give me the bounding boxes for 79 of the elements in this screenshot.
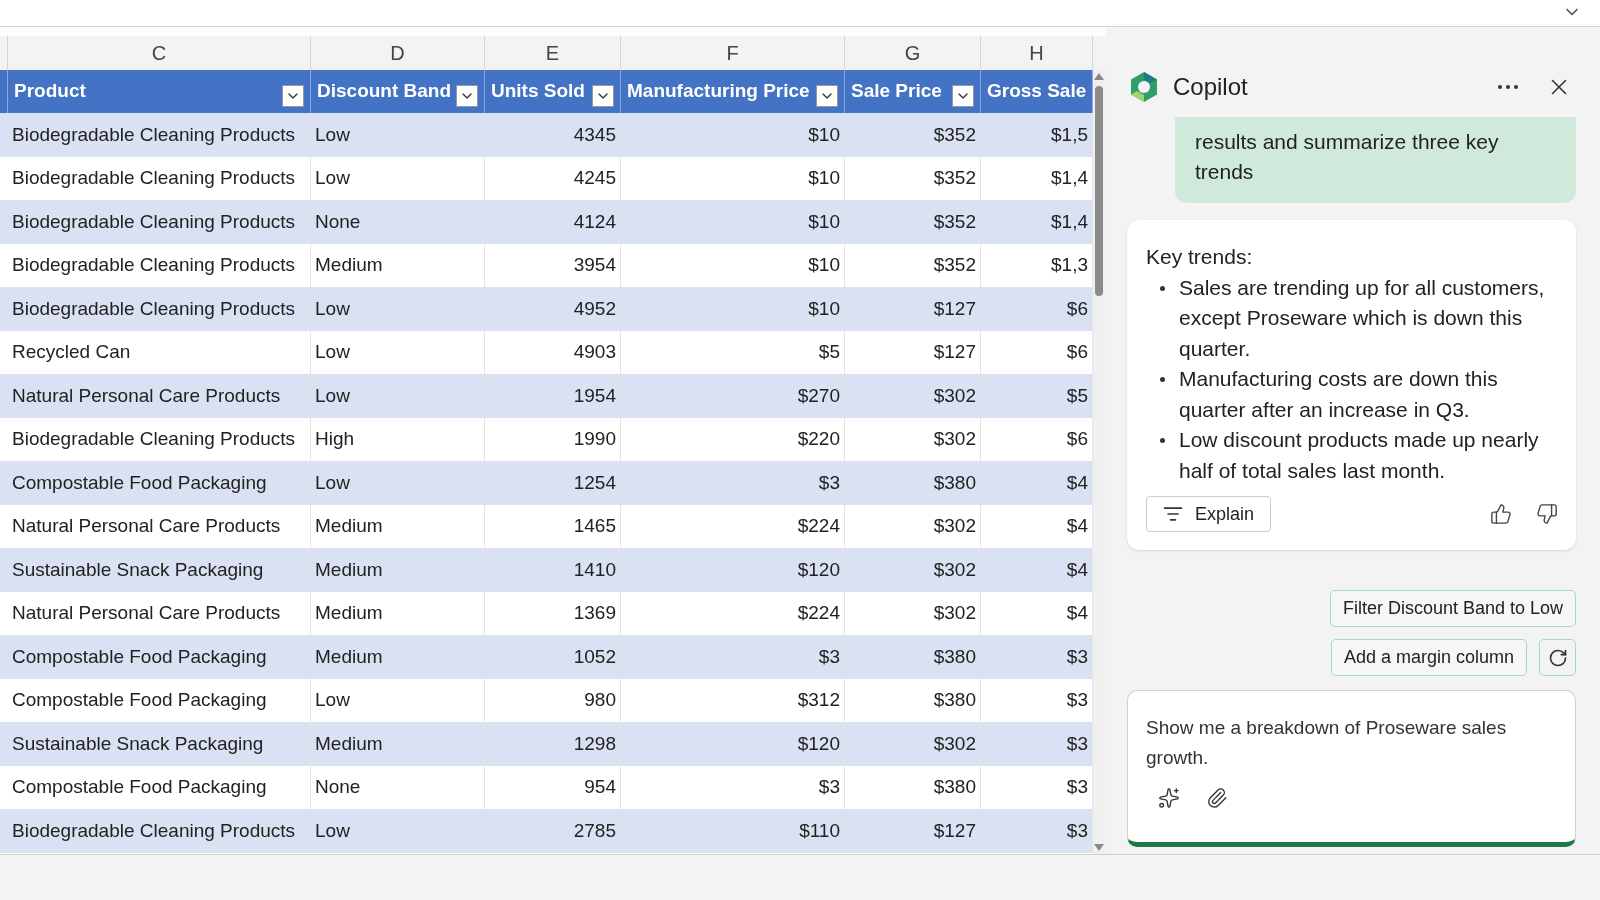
table-cell: 2785 [485, 809, 621, 853]
table-cell: Low [311, 809, 485, 853]
scroll-down-icon [1094, 844, 1104, 852]
table-cell: 4345 [485, 113, 621, 157]
column-letter[interactable]: D [390, 38, 405, 68]
user-message-bubble: results and summarize three key trends [1175, 117, 1576, 203]
refresh-button[interactable] [1539, 639, 1576, 676]
scrollbar-thumb[interactable] [1095, 86, 1103, 296]
column-letter[interactable]: H [1029, 38, 1044, 68]
column-letter[interactable]: G [904, 38, 921, 68]
table-cell: Biodegradable Cleaning Products [8, 113, 311, 157]
table-cell: Medium [311, 548, 485, 592]
table-cell: Compostable Food Packaging [8, 461, 311, 505]
filter-dropdown[interactable] [456, 84, 478, 107]
bullet-icon [1160, 438, 1165, 443]
bullet-text: Manufacturing costs are down this quarter after an increase in Q3. [1179, 366, 1499, 423]
table-cell: $302 [845, 548, 981, 592]
table-cell: Low [311, 374, 485, 418]
bullet-icon [1160, 377, 1165, 382]
table-cell: 1052 [485, 635, 621, 679]
explain-button[interactable]: Explain [1146, 496, 1272, 532]
column-letter[interactable]: E [545, 38, 560, 68]
table-cell: Biodegradable Cleaning Products [8, 200, 311, 244]
table-cell: $3 [621, 461, 845, 505]
attach-button[interactable] [1206, 787, 1228, 809]
table-cell: 1954 [485, 374, 621, 418]
table-cell: $380 [845, 461, 981, 505]
table-cell: Compostable Food Packaging [8, 635, 311, 679]
more-options-icon [1498, 85, 1518, 89]
table-cell: $352 [845, 200, 981, 244]
table-cell: Sustainable Snack Packaging [8, 722, 311, 766]
table-cell: Sustainable Snack Packaging [8, 548, 311, 592]
response-heading: Key trends: [1146, 244, 1254, 270]
table-cell: Low [311, 113, 485, 157]
scroll-up-icon [1094, 72, 1104, 80]
explain-icon [1163, 504, 1183, 524]
table-cell: $302 [845, 374, 981, 418]
table-cell: $10 [621, 287, 845, 331]
table-cell: $120 [621, 722, 845, 766]
table-cell: Medium [311, 635, 485, 679]
table-cell: Medium [311, 722, 485, 766]
suggestion-chip[interactable]: Add a margin column [1330, 639, 1527, 676]
table-cell: $270 [621, 374, 845, 418]
table-cell: 1298 [485, 722, 621, 766]
table-cell: 4124 [485, 200, 621, 244]
table-cell: $10 [621, 113, 845, 157]
column-letter[interactable]: F [726, 38, 739, 68]
table-cell: 4952 [485, 287, 621, 331]
table-cell: $302 [845, 722, 981, 766]
table-cell: Biodegradable Cleaning Products [8, 809, 311, 853]
input-text: Show me a breakdown of Proseware sales growth. [1146, 716, 1508, 770]
filter-dropdown[interactable] [952, 84, 974, 107]
table-cell: Low [311, 287, 485, 331]
panel-title: Copilot [1173, 72, 1248, 102]
table-cell: None [311, 200, 485, 244]
table-cell: 1410 [485, 548, 621, 592]
column-letter[interactable]: C [151, 38, 167, 68]
suggestion-chip[interactable]: Filter Discount Band to Low [1329, 590, 1576, 627]
table-cell: $3 [621, 635, 845, 679]
sparkle-button[interactable] [1158, 787, 1180, 809]
bullet-text: Low discount products made up nearly half of total sales last month. [1179, 427, 1540, 484]
table-cell: Natural Personal Care Products [8, 374, 311, 418]
table-cell: 1254 [485, 461, 621, 505]
message-input[interactable]: Show me a breakdown of Proseware sales growth. [1127, 690, 1576, 847]
table-cell: $127 [845, 287, 981, 331]
refresh-icon [1547, 647, 1568, 668]
bullet-icon [1160, 285, 1165, 291]
filter-dropdown[interactable] [816, 84, 838, 107]
filter-dropdown[interactable] [592, 84, 614, 107]
filter-dropdown[interactable] [282, 84, 304, 107]
table-cell: $120 [621, 548, 845, 592]
bullet-text: Sales are trending up for all customers, except Proseware which is down this quarter. [1179, 274, 1546, 362]
table-cell: $380 [845, 635, 981, 679]
table-cell: Biodegradable Cleaning Products [8, 287, 311, 331]
table-cell: $110 [621, 809, 845, 853]
table-cell: $352 [845, 113, 981, 157]
table-cell: $10 [621, 200, 845, 244]
table-cell: Low [311, 461, 485, 505]
table-cell: $127 [845, 809, 981, 853]
